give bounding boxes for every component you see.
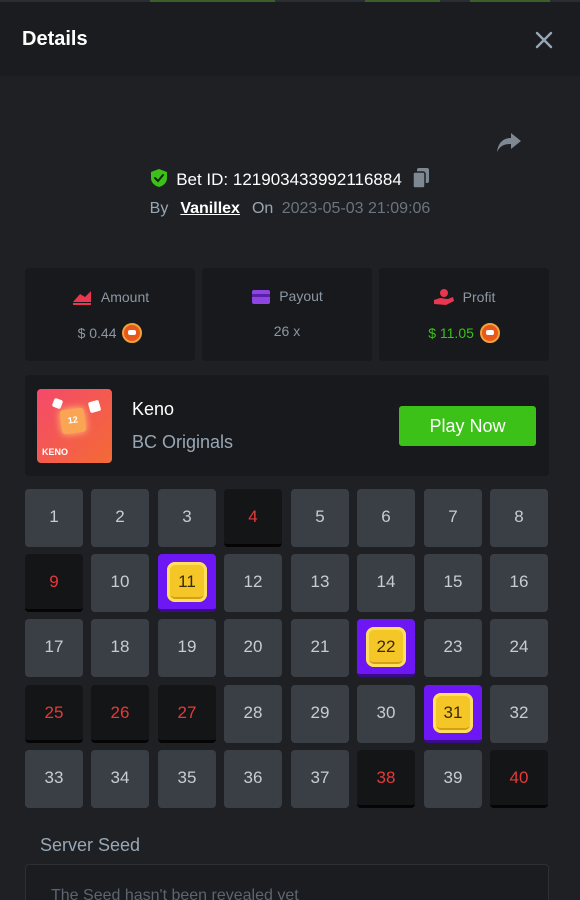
keno-cell-33: 33 xyxy=(25,750,83,808)
by-label: By xyxy=(149,200,169,217)
payout-icon xyxy=(252,290,271,304)
copy-icon[interactable] xyxy=(412,167,430,189)
shib-coin-icon xyxy=(122,323,143,343)
keno-cell-14: 14 xyxy=(357,554,415,612)
keno-cell-20: 20 xyxy=(224,619,282,677)
shib-coin-icon xyxy=(479,323,500,343)
profit-value: $ 11.05 xyxy=(428,325,474,341)
keno-cell-32: 32 xyxy=(490,685,548,743)
keno-cell-30: 30 xyxy=(357,685,415,743)
dialog-title: Details xyxy=(22,28,88,50)
keno-cell-37: 37 xyxy=(291,750,349,808)
keno-cell-19: 19 xyxy=(158,619,216,677)
keno-cell-26: 26 xyxy=(91,685,149,743)
bet-id-row: Bet ID: 121903433992116884 xyxy=(0,167,580,191)
keno-cell-5: 5 xyxy=(291,489,349,547)
keno-cell-35: 35 xyxy=(158,750,216,808)
server-seed-value: The Seed hasn't been revealed yet xyxy=(51,887,299,900)
keno-cell-15: 15 xyxy=(424,554,482,612)
keno-cell-34: 34 xyxy=(91,750,149,808)
game-name: Keno xyxy=(132,399,175,419)
keno-cell-25: 25 xyxy=(25,685,83,743)
keno-cell-21: 21 xyxy=(291,619,349,677)
keno-cell-22: 22 xyxy=(357,619,415,677)
server-seed-label: Server Seed xyxy=(40,835,141,855)
keno-cell-36: 36 xyxy=(224,750,282,808)
bet-id: Bet ID: 121903433992116884 xyxy=(176,170,402,189)
keno-cell-38: 38 xyxy=(357,750,415,808)
profit-card: Profit $ 11.05 xyxy=(379,268,549,361)
keno-cell-3: 3 xyxy=(158,489,216,547)
game-provider: BC Originals xyxy=(132,432,234,452)
shield-check-icon xyxy=(151,169,168,187)
keno-cell-18: 18 xyxy=(91,619,149,677)
amount-icon xyxy=(72,291,91,305)
profit-label: Profit xyxy=(462,289,496,305)
keno-cell-6: 6 xyxy=(357,489,415,547)
keno-cell-9: 9 xyxy=(25,554,83,612)
keno-cell-28: 28 xyxy=(224,685,282,743)
gem-icon: 11 xyxy=(167,562,207,602)
keno-cell-7: 7 xyxy=(424,489,482,547)
on-label: On xyxy=(251,200,274,217)
payout-label: Payout xyxy=(279,288,323,304)
gem-icon: 22 xyxy=(366,627,406,667)
keno-cell-29: 29 xyxy=(291,685,349,743)
keno-cell-1: 1 xyxy=(25,489,83,547)
keno-cell-23: 23 xyxy=(424,619,482,677)
keno-cell-31: 31 xyxy=(424,685,482,743)
keno-cell-8: 8 xyxy=(490,489,548,547)
amount-value: $ 0.44 xyxy=(77,325,117,341)
keno-cell-4: 4 xyxy=(224,489,282,547)
profit-icon xyxy=(433,289,454,305)
close-icon[interactable] xyxy=(534,30,554,50)
keno-cell-11: 11 xyxy=(158,554,216,612)
keno-cell-13: 13 xyxy=(291,554,349,612)
play-now-button[interactable]: Play Now xyxy=(399,406,536,446)
amount-label: Amount xyxy=(100,289,150,305)
keno-cell-24: 24 xyxy=(490,619,548,677)
keno-cell-10: 10 xyxy=(91,554,149,612)
keno-cell-39: 39 xyxy=(424,750,482,808)
bet-datetime: 2023-05-03 21:09:06 xyxy=(281,200,431,217)
dialog-header: Details xyxy=(0,2,580,76)
keno-cell-40: 40 xyxy=(490,750,548,808)
keno-cell-2: 2 xyxy=(91,489,149,547)
keno-cell-12: 12 xyxy=(224,554,282,612)
server-seed-field: The Seed hasn't been revealed yet xyxy=(25,864,549,900)
amount-card: Amount $ 0.44 xyxy=(25,268,195,361)
game-card: 12 KENO Keno BC Originals Play Now xyxy=(25,375,549,476)
username-link[interactable]: Vanillex xyxy=(180,200,240,217)
keno-thumbnail[interactable]: 12 KENO xyxy=(37,389,112,463)
share-icon[interactable] xyxy=(496,130,522,154)
payout-card: Payout 26 x xyxy=(202,268,372,361)
bet-byline: By Vanillex On 2023-05-03 21:09:06 xyxy=(0,200,580,218)
gem-icon: 31 xyxy=(433,693,473,733)
keno-cell-16: 16 xyxy=(490,554,548,612)
keno-cell-17: 17 xyxy=(25,619,83,677)
keno-cell-27: 27 xyxy=(158,685,216,743)
payout-value: 26 x xyxy=(273,323,301,339)
